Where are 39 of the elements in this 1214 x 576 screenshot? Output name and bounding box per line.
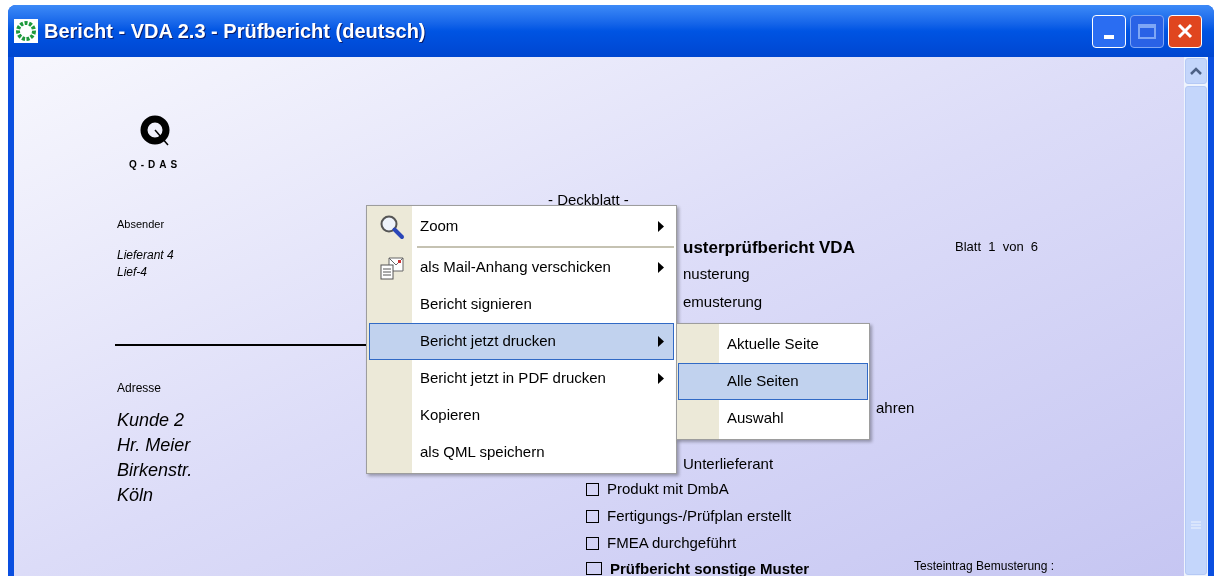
address-line: Hr. Meier: [117, 433, 192, 457]
address-line: Köln: [117, 483, 155, 507]
menu-item[interactable]: Kopieren: [369, 397, 674, 434]
report-heading: usterprüfbericht VDA: [683, 237, 855, 259]
minimize-button[interactable]: [1092, 14, 1126, 48]
menu-item[interactable]: als QML speichern: [369, 434, 674, 471]
close-icon: [1176, 22, 1194, 40]
submenu-item[interactable]: Aktuelle Seite: [678, 326, 868, 363]
sender-label: Absender: [117, 217, 165, 232]
address-label: Adresse: [117, 379, 162, 397]
app-icon: [14, 19, 38, 43]
submenu-item[interactable]: Alle Seiten: [678, 363, 868, 400]
maximize-button[interactable]: [1130, 14, 1164, 48]
window-title: Bericht - VDA 2.3 - Prüfbericht (deutsch): [44, 19, 427, 44]
address-line: Birkenstr.: [117, 458, 193, 482]
side-note: Testeintrag Bemusterung :: [914, 558, 1055, 575]
close-button[interactable]: [1168, 14, 1202, 48]
menu-item[interactable]: Bericht jetzt drucken: [369, 323, 674, 360]
sender-line: Lief-4: [117, 263, 149, 281]
report-line: nusterung: [683, 264, 751, 284]
document-mail-icon: [379, 254, 405, 281]
menu-item[interactable]: als Mail-Anhang verschicken: [369, 249, 674, 286]
logo-text: Q-DAS: [128, 158, 182, 172]
address-line: Kunde 2: [117, 408, 186, 432]
checklist-label: Fertigungs-/Prüfplan erstellt: [607, 507, 792, 525]
submenu-item[interactable]: Auswahl: [678, 400, 868, 437]
report-line: ahren: [876, 398, 915, 418]
sender-line: Lieferant 4: [117, 246, 174, 264]
sheet-number: Blatt 1 von 6: [955, 238, 1039, 256]
checklist-label: FMEA durchgeführt: [607, 534, 737, 552]
menu-item[interactable]: Bericht jetzt in PDF drucken: [369, 360, 674, 397]
menu-item[interactable]: Bericht signieren: [369, 286, 674, 323]
menu-item[interactable]: Zoom: [369, 208, 674, 245]
magnifier-icon: [379, 213, 405, 240]
report-line: emusterung: [683, 292, 763, 312]
checklist-label: Produkt mit DmbA: [607, 480, 729, 498]
scroll-up-button[interactable]: [1185, 58, 1207, 84]
report-line: Unterlieferant: [683, 454, 774, 474]
section-title: - Deckblatt -: [548, 190, 629, 210]
